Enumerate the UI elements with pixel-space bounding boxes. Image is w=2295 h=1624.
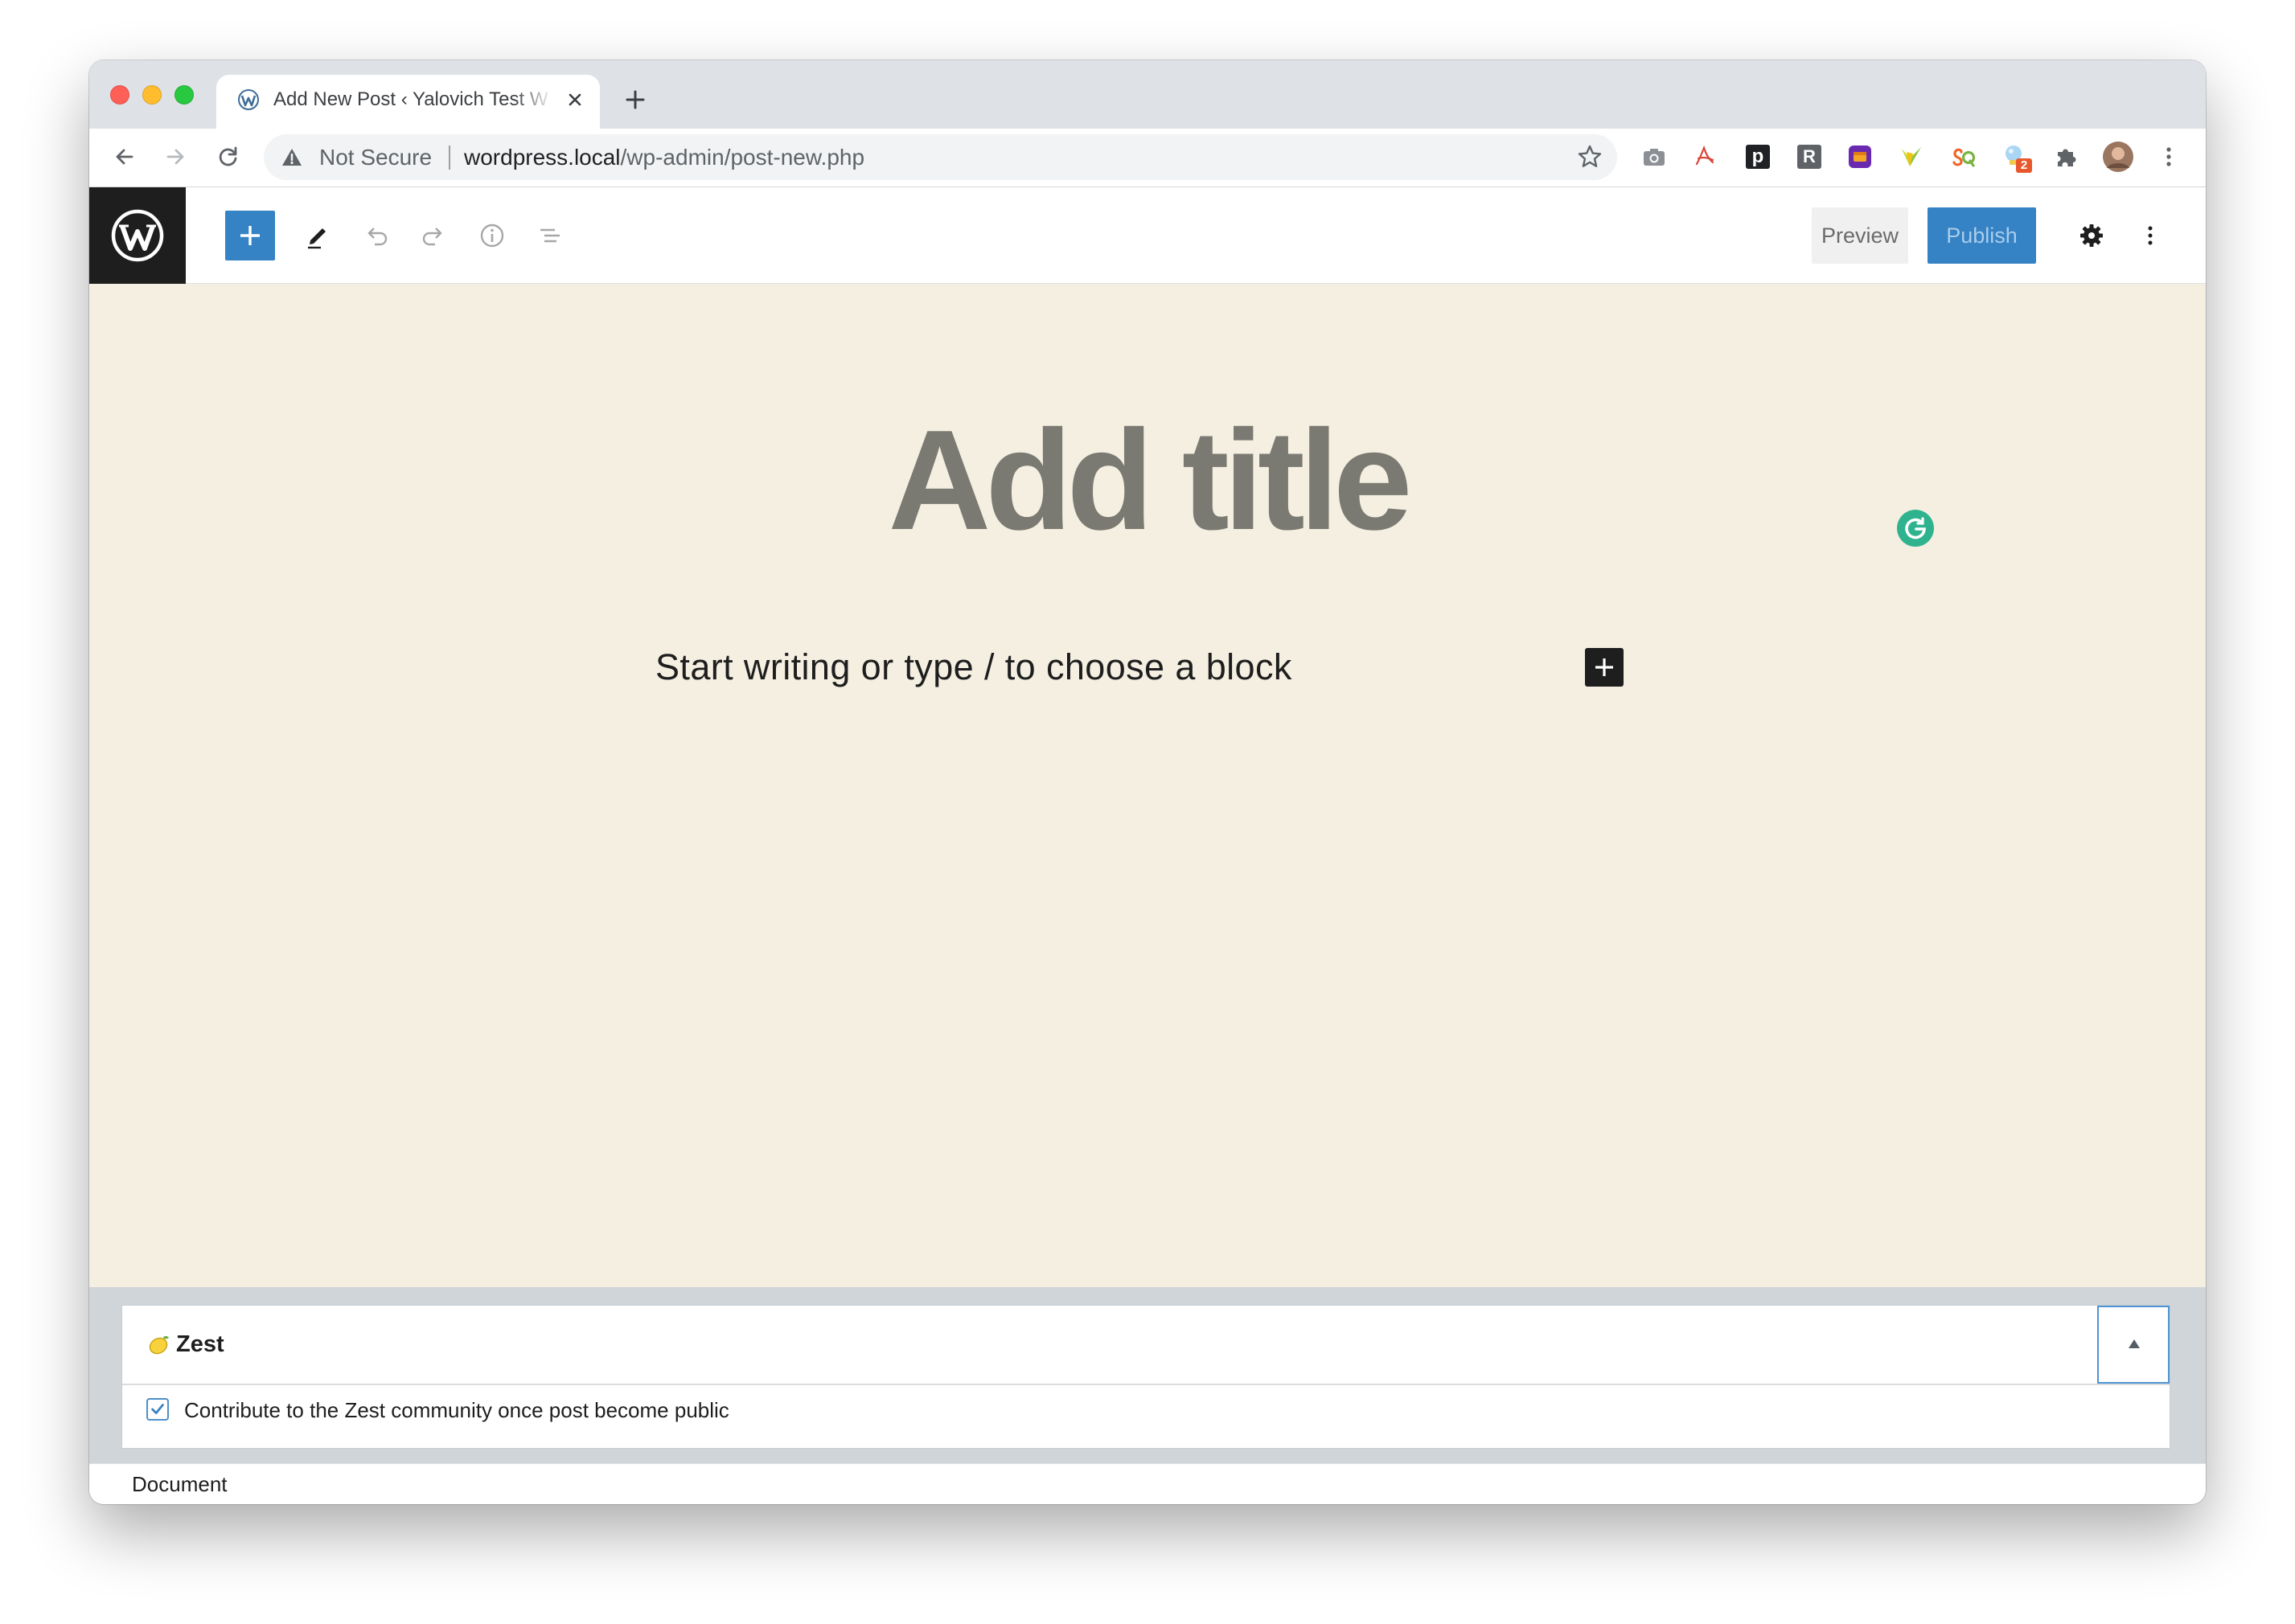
lemon-icon — [149, 1335, 169, 1355]
p-extension-letter: p — [1746, 145, 1770, 169]
orange-green-extension-icon[interactable] — [1948, 142, 1977, 171]
zest-metabox-body: Contribute to the Zest community once po… — [122, 1385, 2170, 1448]
zest-metabox: Zest Contribute to the Zest community on… — [121, 1305, 2170, 1449]
settings-gear-icon[interactable] — [2077, 221, 2106, 250]
new-tab-icon[interactable] — [624, 88, 647, 111]
chevron-up-icon — [2129, 1339, 2140, 1348]
window-close-button[interactable] — [110, 85, 129, 105]
bookmark-star-icon[interactable] — [1577, 144, 1603, 170]
window-minimize-button[interactable] — [142, 85, 162, 105]
contribute-checkbox-label[interactable]: Contribute to the Zest community once po… — [184, 1385, 729, 1435]
tab-title: Add New Post ‹ Yalovich Test W — [273, 88, 548, 110]
red-swoosh-extension-icon[interactable] — [1690, 142, 1719, 171]
url-host: wordpress.local — [464, 145, 621, 170]
info-icon[interactable] — [478, 221, 507, 250]
preview-button[interactable]: Preview — [1812, 207, 1908, 264]
plus-icon — [1595, 658, 1613, 676]
reload-icon[interactable] — [216, 145, 240, 169]
avatar[interactable] — [2102, 141, 2134, 173]
zest-metabox-header[interactable]: Zest — [122, 1306, 2170, 1385]
contribute-checkbox[interactable] — [146, 1398, 169, 1421]
window-zoom-button[interactable] — [174, 85, 194, 105]
security-status-text[interactable]: Not Secure — [319, 134, 432, 180]
browser-toolbar: Not Secure wordpress.local/wp-admin/post… — [89, 129, 2206, 187]
redo-icon[interactable] — [419, 221, 448, 250]
post-title-input[interactable]: Add title — [89, 409, 2206, 552]
meta-boxes-area: Zest Contribute to the Zest community on… — [89, 1287, 2206, 1463]
paragraph-placeholder[interactable]: Start writing or type / to choose a bloc… — [655, 646, 1292, 689]
leaf-extension-icon[interactable] — [1897, 142, 1926, 171]
undo-icon[interactable] — [362, 221, 391, 250]
publish-button[interactable]: Publish — [1928, 207, 2036, 264]
address-separator — [449, 146, 450, 170]
tab-bar: Add New Post ‹ Yalovich Test W — [89, 60, 2206, 129]
camera-icon[interactable] — [1640, 142, 1669, 171]
back-arrow-icon[interactable] — [113, 145, 137, 169]
r-extension-letter: R — [1797, 145, 1821, 169]
url-path: /wp-admin/post-new.php — [620, 145, 865, 170]
warning-icon[interactable] — [281, 147, 302, 168]
checkmark-icon — [151, 1404, 164, 1414]
block-breadcrumb[interactable]: Document — [132, 1464, 228, 1504]
browser-tab-active[interactable]: Add New Post ‹ Yalovich Test W — [216, 75, 600, 129]
editor-header: Preview Publish — [89, 187, 2206, 284]
close-icon[interactable] — [564, 88, 586, 111]
grammarly-icon[interactable] — [1896, 509, 1935, 547]
puzzle-icon[interactable] — [2052, 142, 2081, 171]
url-text[interactable]: wordpress.local/wp-admin/post-new.php — [464, 134, 864, 180]
editor-canvas: Add title Start writing or type / to cho… — [89, 284, 2206, 1287]
plus-icon — [240, 226, 260, 245]
purple-box-extension-icon[interactable] — [1845, 142, 1874, 171]
extension-badge-count: 2 — [2016, 158, 2032, 173]
browser-window: Add New Post ‹ Yalovich Test W Not Secur… — [89, 60, 2206, 1504]
address-bar[interactable]: Not Secure wordpress.local/wp-admin/post… — [264, 134, 1617, 180]
editor-footer: Document — [89, 1463, 2206, 1504]
more-options-icon[interactable] — [2136, 221, 2165, 250]
wordpress-logo[interactable] — [89, 187, 186, 284]
zest-metabox-title: Zest — [176, 1331, 224, 1357]
block-inserter-button[interactable] — [1585, 648, 1624, 687]
metabox-toggle-button[interactable] — [2097, 1306, 2170, 1384]
edit-tool-icon[interactable] — [303, 221, 332, 250]
outline-icon[interactable] — [536, 221, 565, 250]
r-extension-icon[interactable]: R — [1795, 142, 1824, 171]
lightbulb-extension-icon[interactable]: 2 — [2001, 142, 2032, 173]
forward-arrow-icon[interactable] — [163, 145, 187, 169]
add-block-button[interactable] — [225, 211, 275, 260]
wordpress-icon — [238, 89, 259, 110]
p-extension-icon[interactable]: p — [1743, 142, 1772, 171]
wordpress-logo-icon — [111, 209, 164, 262]
chrome-menu-icon[interactable] — [2154, 142, 2183, 171]
